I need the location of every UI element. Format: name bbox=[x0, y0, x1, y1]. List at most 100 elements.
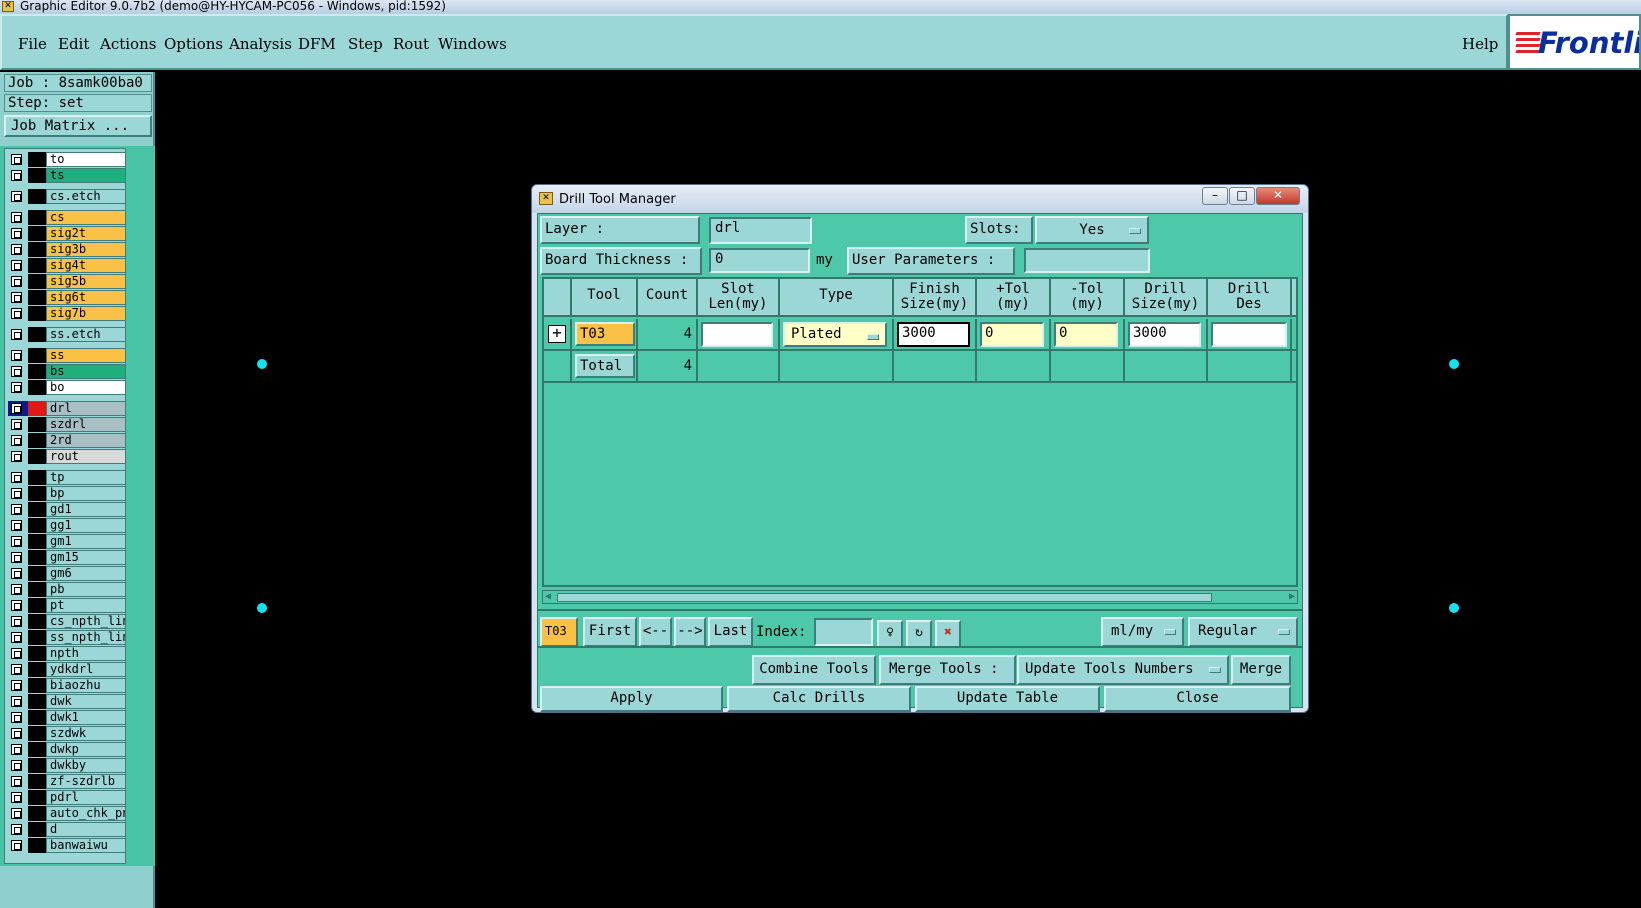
apply-button[interactable]: Apply bbox=[540, 686, 723, 712]
layer-checkbox-icon[interactable] bbox=[11, 292, 22, 303]
layer-checkbox-icon[interactable] bbox=[11, 419, 22, 430]
mode-option-menu[interactable]: Regular bbox=[1188, 617, 1298, 647]
refresh-icon[interactable]: ↻ bbox=[906, 620, 932, 648]
layer-checkbox-icon[interactable] bbox=[11, 536, 22, 547]
job-matrix-button[interactable]: Job Matrix ... bbox=[4, 115, 152, 137]
layer-name[interactable]: dwk bbox=[46, 694, 126, 709]
slots-option-menu[interactable]: Yes bbox=[1035, 216, 1149, 244]
update-tools-numbers-option[interactable]: Update Tools Numbers bbox=[1017, 655, 1229, 685]
layer-row-cs-etch[interactable]: cs.etch bbox=[8, 189, 126, 204]
layer-checkbox-icon[interactable] bbox=[11, 228, 22, 239]
layer-checkbox-icon[interactable] bbox=[11, 520, 22, 531]
layer-name[interactable]: ss_npth_line bbox=[46, 630, 126, 645]
merge-button[interactable]: Merge bbox=[1231, 655, 1291, 685]
tool-t03[interactable]: T03 bbox=[575, 322, 635, 346]
layer-row-ss[interactable]: ss bbox=[8, 348, 126, 363]
layer-row-bo[interactable]: bo bbox=[8, 380, 126, 395]
horizontal-scrollbar[interactable]: ◀ ▶ bbox=[542, 590, 1298, 604]
layer-row-ss-etch[interactable]: ss.etch bbox=[8, 327, 126, 342]
layer-row-banwaiwu[interactable]: banwaiwu bbox=[8, 838, 126, 853]
layer-name[interactable]: banwaiwu bbox=[46, 838, 126, 853]
layer-name[interactable]: sig5b bbox=[46, 274, 126, 289]
lightbulb-icon[interactable]: ♀ bbox=[877, 620, 903, 648]
layer-name[interactable]: sig3b bbox=[46, 242, 126, 257]
update-table-button[interactable]: Update Table bbox=[915, 686, 1100, 712]
layer-checkbox-icon[interactable] bbox=[11, 488, 22, 499]
layer-row-dwk1[interactable]: dwk1 bbox=[8, 710, 126, 725]
prev-button[interactable]: <-- bbox=[639, 617, 672, 647]
last-button[interactable]: Last bbox=[708, 617, 753, 647]
layer-row-ts[interactable]: ts bbox=[8, 168, 126, 183]
menu-rout[interactable]: Rout bbox=[393, 35, 429, 53]
layer-row-ydkdrl[interactable]: ydkdrl bbox=[8, 662, 126, 677]
layer-name[interactable]: rout bbox=[46, 449, 126, 464]
layer-row-ss-npth-line[interactable]: ss_npth_line bbox=[8, 630, 126, 645]
layer-checkbox-icon[interactable] bbox=[11, 584, 22, 595]
layer-row-tp[interactable]: tp bbox=[8, 470, 126, 485]
layer-row-szdrl[interactable]: szdrl bbox=[8, 417, 126, 432]
minimize-icon[interactable]: – bbox=[1202, 187, 1228, 205]
layer-checkbox-icon[interactable] bbox=[11, 680, 22, 691]
layer-name[interactable]: d bbox=[46, 822, 126, 837]
layer-row-sig6t[interactable]: sig6t bbox=[8, 290, 126, 305]
layer-checkbox-icon[interactable] bbox=[11, 776, 22, 787]
layer-name[interactable]: sig6t bbox=[46, 290, 126, 305]
scroll-left-icon[interactable]: ◀ bbox=[545, 592, 551, 602]
close-icon[interactable]: ✕ bbox=[1256, 187, 1300, 205]
menu-file[interactable]: File bbox=[18, 35, 47, 53]
layer-row-sig5b[interactable]: sig5b bbox=[8, 274, 126, 289]
layer-name[interactable]: dwkby bbox=[46, 758, 126, 773]
layer-checkbox-icon[interactable] bbox=[11, 244, 22, 255]
layer-name[interactable]: pt bbox=[46, 598, 126, 613]
layer-row-gg1[interactable]: gg1 bbox=[8, 518, 126, 533]
layer-row-to[interactable]: to bbox=[8, 152, 126, 167]
menu-windows[interactable]: Windows bbox=[438, 35, 507, 53]
layer-row-sig7b[interactable]: sig7b bbox=[8, 306, 126, 321]
combine-tools-button[interactable]: Combine Tools bbox=[752, 655, 876, 685]
layer-row-sig4t[interactable]: sig4t bbox=[8, 258, 126, 273]
layer-name[interactable]: npth bbox=[46, 646, 126, 661]
board-thickness-input[interactable]: 0 bbox=[709, 248, 810, 273]
layer-row-2rd[interactable]: 2rd bbox=[8, 433, 126, 448]
layer-name[interactable]: cs.etch bbox=[46, 189, 126, 204]
menu-actions[interactable]: Actions bbox=[100, 35, 156, 53]
layer-checkbox-icon[interactable] bbox=[11, 840, 22, 851]
units-option-menu[interactable]: ml/my bbox=[1101, 617, 1184, 647]
layer-name[interactable]: drl bbox=[46, 401, 126, 416]
layer-checkbox-icon[interactable] bbox=[11, 260, 22, 271]
layer-row-bp[interactable]: bp bbox=[8, 486, 126, 501]
menu-options[interactable]: Options bbox=[164, 35, 223, 53]
layer-name[interactable]: dwk1 bbox=[46, 710, 126, 725]
layer-row-npth[interactable]: npth bbox=[8, 646, 126, 661]
layer-checkbox-icon[interactable] bbox=[11, 760, 22, 771]
layer-checkbox-icon[interactable] bbox=[11, 568, 22, 579]
expand-icon[interactable]: + bbox=[548, 325, 566, 343]
layer-row-gm6[interactable]: gm6 bbox=[8, 566, 126, 581]
layer-checkbox-icon[interactable] bbox=[11, 170, 22, 181]
layer-checkbox-icon[interactable] bbox=[11, 350, 22, 361]
layer-row-dwk[interactable]: dwk bbox=[8, 694, 126, 709]
layer-row-szdwk[interactable]: szdwk bbox=[8, 726, 126, 741]
layer-name[interactable]: zf-szdrlb bbox=[46, 774, 126, 789]
layer-checkbox-icon[interactable] bbox=[11, 366, 22, 377]
type-option-menu[interactable]: Plated bbox=[783, 322, 887, 347]
layer-name[interactable]: gm1 bbox=[46, 534, 126, 549]
layer-checkbox-icon[interactable] bbox=[11, 504, 22, 515]
layer-name[interactable]: sig4t bbox=[46, 258, 126, 273]
layer-checkbox-icon[interactable] bbox=[11, 712, 22, 723]
scroll-right-icon[interactable]: ▶ bbox=[1289, 592, 1295, 602]
layer-name[interactable]: pb bbox=[46, 582, 126, 597]
layer-row-pdrl[interactable]: pdrl bbox=[8, 790, 126, 805]
plus-tol-input[interactable]: 0 bbox=[980, 322, 1044, 347]
layer-row-drl[interactable]: drl bbox=[8, 401, 126, 416]
layer-row-dwkp[interactable]: dwkp bbox=[8, 742, 126, 757]
layer-checkbox-icon[interactable] bbox=[11, 212, 22, 223]
slot-len-input[interactable] bbox=[701, 322, 773, 347]
layer-name[interactable]: gg1 bbox=[46, 518, 126, 533]
layer-input[interactable]: drl bbox=[709, 217, 812, 244]
layer-name[interactable]: gm15 bbox=[46, 550, 126, 565]
minus-tol-input[interactable]: 0 bbox=[1054, 322, 1118, 347]
layer-name[interactable]: ts bbox=[46, 168, 126, 183]
layer-name[interactable]: szdwk bbox=[46, 726, 126, 741]
layer-checkbox-icon[interactable] bbox=[11, 616, 22, 627]
